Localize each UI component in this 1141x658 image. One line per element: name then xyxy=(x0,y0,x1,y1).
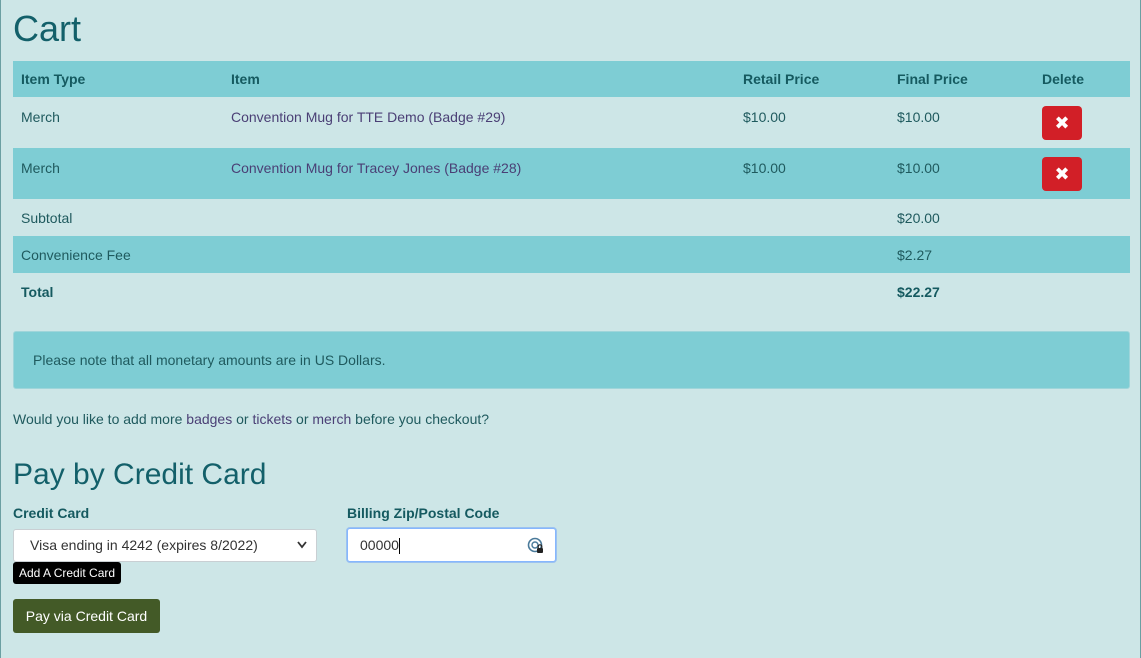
credit-card-selected-value: Visa ending in 4242 (expires 8/2022) xyxy=(30,537,258,553)
retail-price-cell: $10.00 xyxy=(743,109,786,125)
page-frame: Cart Item Type Item Retail Price Final P… xyxy=(0,0,1141,658)
final-price-cell: $10.00 xyxy=(897,109,940,125)
item-name: Convention Mug for TTE Demo (Badge #29) xyxy=(231,109,506,125)
subtotal-row: Subtotal $20.00 xyxy=(13,199,1130,236)
password-manager-icon[interactable] xyxy=(527,537,545,555)
page-title: Cart xyxy=(13,8,82,49)
header-retail-price: Retail Price xyxy=(735,61,889,97)
add-more-prompt: Would you like to add more badges or tic… xyxy=(13,411,490,427)
subtotal-label: Subtotal xyxy=(21,209,73,226)
retail-price-cell: $10.00 xyxy=(735,148,889,199)
final-price-cell: $10.00 xyxy=(889,148,1034,199)
credit-card-label: Credit Card xyxy=(13,505,90,521)
pay-via-credit-card-button[interactable]: Pay via Credit Card xyxy=(13,599,160,633)
total-label: Total xyxy=(21,283,54,300)
table-row: Merch Convention Mug for TTE Demo (Badge… xyxy=(13,97,1130,148)
delete-cell: ✖ xyxy=(1034,148,1130,199)
fee-label: Convenience Fee xyxy=(13,236,223,273)
close-icon: ✖ xyxy=(1054,113,1070,133)
text-caret xyxy=(398,538,400,555)
zip-input[interactable]: 00000 xyxy=(347,528,556,562)
fee-value: $2.27 xyxy=(889,236,1034,273)
badges-link[interactable]: badges xyxy=(186,411,232,427)
item-name: Convention Mug for Tracey Jones (Badge #… xyxy=(231,160,522,176)
delete-cell: ✖ xyxy=(1034,97,1130,148)
total-value: $22.27 xyxy=(897,283,940,300)
currency-notice: Please note that all monetary amounts ar… xyxy=(13,331,1130,389)
cart-table: Item Type Item Retail Price Final Price … xyxy=(13,61,1130,310)
close-icon: ✖ xyxy=(1054,164,1070,184)
header-item: Item xyxy=(223,61,735,97)
zip-value: 00000 xyxy=(360,537,399,553)
delete-button[interactable]: ✖ xyxy=(1042,106,1082,140)
subtotal-value: $20.00 xyxy=(897,209,940,226)
table-row: Merch Convention Mug for Tracey Jones (B… xyxy=(13,148,1130,199)
item-name-cell: Convention Mug for TTE Demo (Badge #29) xyxy=(223,97,735,148)
header-item-type: Item Type xyxy=(13,61,223,97)
chevron-down-icon xyxy=(296,530,308,574)
header-final-price: Final Price xyxy=(889,61,1034,97)
delete-button[interactable]: ✖ xyxy=(1042,157,1082,191)
credit-card-select[interactable]: Visa ending in 4242 (expires 8/2022) xyxy=(13,529,317,562)
header-delete: Delete xyxy=(1034,61,1130,97)
item-type-cell: Merch xyxy=(13,148,223,199)
pay-section-title: Pay by Credit Card xyxy=(13,458,267,491)
zip-label: Billing Zip/Postal Code xyxy=(347,505,500,521)
tickets-link[interactable]: tickets xyxy=(252,411,292,427)
fee-row: Convenience Fee $2.27 xyxy=(13,236,1130,273)
total-row: Total $22.27 xyxy=(13,273,1130,310)
item-type-cell: Merch xyxy=(21,109,60,125)
add-credit-card-tooltip[interactable]: Add A Credit Card xyxy=(13,562,122,584)
item-name-cell: Convention Mug for Tracey Jones (Badge #… xyxy=(223,148,735,199)
cart-header-row: Item Type Item Retail Price Final Price … xyxy=(13,61,1130,97)
merch-link[interactable]: merch xyxy=(312,411,351,427)
